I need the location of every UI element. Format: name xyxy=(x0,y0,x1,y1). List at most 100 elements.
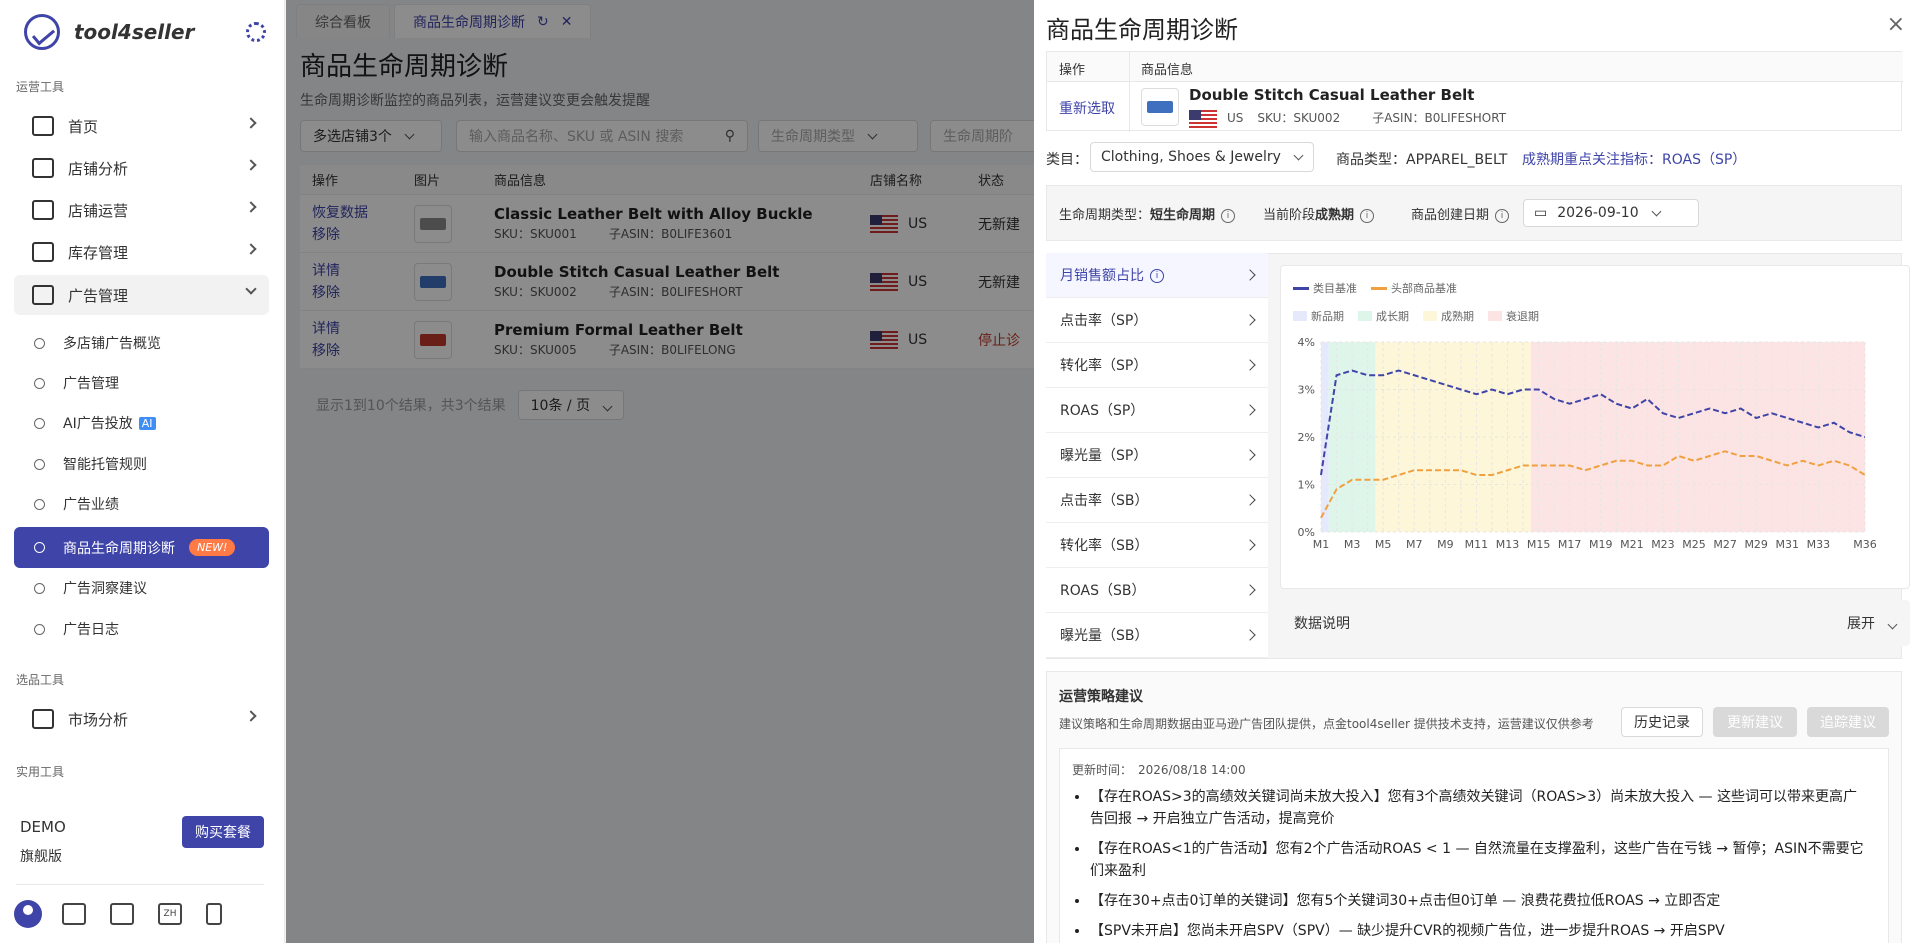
mobile-icon[interactable] xyxy=(206,903,222,925)
subnav-ad-log[interactable]: 广告日志 xyxy=(14,610,269,648)
lifecycle-chart: 类目基准 头部商品基准 新品期 成长期 成熟期 衰退期 0% 1% 2% 3% 4% M1… xyxy=(1280,265,1910,589)
info-icon[interactable]: i xyxy=(1150,269,1164,283)
lifecycle-drawer: 商品生命周期诊断 × 操作 商品信息 重新选取 Double Stitch Ca… xyxy=(1034,0,1919,943)
metric-item[interactable]: 点击率（SB） xyxy=(1046,478,1268,523)
metric-item[interactable]: 曝光量（SP） xyxy=(1046,433,1268,478)
chevron-right-icon xyxy=(1244,404,1256,416)
product-name: Double Stitch Casual Leather Belt xyxy=(1189,86,1475,104)
info-icon[interactable]: i xyxy=(1495,208,1510,223)
home-icon xyxy=(32,116,54,136)
metric-label: 转化率（SP） xyxy=(1060,358,1148,374)
calendar-icon: ▭ xyxy=(1534,205,1548,221)
download-icon[interactable] xyxy=(110,903,134,925)
subnav-multi-shop[interactable]: 多店铺广告概览 xyxy=(14,324,269,362)
lc-type-label: 生命周期类型： xyxy=(1059,208,1151,223)
product-sku: SKU：SKU002 xyxy=(1257,111,1341,125)
category-value: Clothing, Shoes & Jewelry xyxy=(1101,149,1281,165)
subnav-label: 广告日志 xyxy=(63,622,119,638)
language-icon[interactable]: ZH xyxy=(158,903,182,925)
subnav-label: 广告管理 xyxy=(63,376,119,392)
chevron-right-icon xyxy=(1244,449,1256,461)
close-icon[interactable]: × xyxy=(1887,12,1905,37)
nav-inventory[interactable]: 库存管理 xyxy=(14,232,269,272)
metric-item[interactable]: ROAS（SP） xyxy=(1046,388,1268,433)
metric-label: 月销售额占比 i xyxy=(1060,265,1164,285)
x-tick-label: M1 xyxy=(1313,538,1330,551)
chevron-right-icon xyxy=(245,159,257,171)
x-tick-label: M11 xyxy=(1465,538,1489,551)
x-tick-label: M27 xyxy=(1713,538,1737,551)
nav-shop-ops[interactable]: 店铺运营 xyxy=(14,190,269,230)
suggestion-box: 更新时间： 2026/08/18 14:00 【存在ROAS>3的高绩效关键词尚未… xyxy=(1059,748,1889,943)
drawer-title: 商品生命周期诊断 xyxy=(1046,16,1238,44)
store-icon xyxy=(32,200,54,220)
info-icon[interactable]: i xyxy=(1221,208,1236,223)
avatar[interactable] xyxy=(14,900,42,928)
x-tick-label: M21 xyxy=(1620,538,1644,551)
subnav-auto-rules[interactable]: 智能托管规则 xyxy=(14,445,269,483)
buy-plan-button[interactable]: 购买套餐 xyxy=(182,816,264,848)
chevron-right-icon xyxy=(1244,314,1256,326)
chevron-right-icon xyxy=(245,117,257,129)
subnav-ai-ads[interactable]: AI广告投放 AI xyxy=(14,404,269,442)
metric-label: 转化率（SB） xyxy=(1060,538,1149,554)
nav-ads[interactable]: 广告管理 xyxy=(14,275,269,315)
belt-icon xyxy=(1147,101,1173,113)
metric-item[interactable]: 转化率（SP） xyxy=(1046,343,1268,388)
metric-item[interactable]: 转化率（SB） xyxy=(1046,523,1268,568)
mail-icon[interactable] xyxy=(62,903,86,925)
x-tick-label: M13 xyxy=(1496,538,1520,551)
update-suggestion-button[interactable]: 更新建议 xyxy=(1713,707,1797,737)
metric-item[interactable]: 曝光量（SB） xyxy=(1046,613,1268,658)
data-explanation[interactable]: 数据说明 展开 xyxy=(1280,600,1910,646)
subnav-ad-performance[interactable]: 广告业绩 xyxy=(14,485,269,523)
legend-label: 成熟期 xyxy=(1441,310,1474,323)
nav-label: 库存管理 xyxy=(68,243,129,262)
nav-shop-analysis[interactable]: 店铺分析 xyxy=(14,148,269,188)
legend-label: 头部商品基准 xyxy=(1391,282,1457,295)
legend-swatch xyxy=(1293,286,1309,290)
metric-item[interactable]: 月销售额占比 i xyxy=(1046,253,1268,298)
list-item: 【SPV未开启】您尚未开启SPV（SPV）— 缺少提升CVR的视频广告位，进一步… xyxy=(1090,920,1888,942)
track-suggestion-button[interactable]: 追踪建议 xyxy=(1807,707,1889,737)
x-tick-label: M25 xyxy=(1682,538,1706,551)
circle-icon xyxy=(34,542,45,553)
nav-home[interactable]: 首页 xyxy=(14,106,269,146)
category-select[interactable]: Clothing, Shoes & Jewelry xyxy=(1090,142,1314,172)
legend-label: 类目基准 xyxy=(1313,282,1357,295)
chevron-right-icon xyxy=(245,201,257,213)
chevron-down-icon xyxy=(245,283,257,295)
update-time: 2026/08/18 14:00 xyxy=(1138,763,1246,777)
expand-toggle[interactable]: 展开 xyxy=(1847,613,1898,633)
nav-market[interactable]: 市场分析 xyxy=(14,699,269,739)
chart-icon xyxy=(32,158,54,178)
nav-label: 首页 xyxy=(68,117,99,136)
logo[interactable]: tool4seller xyxy=(24,14,194,50)
chevron-right-icon xyxy=(1244,629,1256,641)
divider xyxy=(1129,52,1130,132)
chevron-down-icon xyxy=(1651,206,1662,216)
x-tick-label: M7 xyxy=(1406,538,1423,551)
metric-item[interactable]: 点击率（SP） xyxy=(1046,298,1268,343)
section-label-util: 实用工具 xyxy=(16,765,65,779)
history-button[interactable]: 历史记录 xyxy=(1621,707,1703,737)
y-tick-label: 1% xyxy=(1298,479,1315,492)
subnav-label: 广告业绩 xyxy=(63,497,119,513)
circle-icon xyxy=(34,377,45,389)
date-picker[interactable]: ▭ 2026-09-10 xyxy=(1523,199,1699,227)
plan-name: 旗舰版 xyxy=(20,849,62,865)
subnav-lifecycle[interactable]: 商品生命周期诊断 NEW! xyxy=(14,527,269,568)
info-icon[interactable]: i xyxy=(1360,208,1375,223)
subnav-insight[interactable]: 广告洞察建议 xyxy=(14,569,269,607)
metric-label: ROAS（SB） xyxy=(1060,583,1146,599)
reselect-link[interactable]: 重新选取 xyxy=(1059,98,1115,118)
ai-badge: AI xyxy=(138,416,156,430)
metric-item[interactable]: ROAS（SB） xyxy=(1046,568,1268,613)
gear-icon[interactable] xyxy=(246,22,266,42)
metric-label: 曝光量（SB） xyxy=(1060,628,1149,644)
us-flag-icon xyxy=(1189,109,1217,128)
lifecycle-info-bar: 生命周期类型：短生命周期 i 当前阶段成熟期 i 商品创建日期 i ▭ 2026-09-… xyxy=(1046,185,1902,241)
divider xyxy=(16,884,264,885)
account-name: DEMO xyxy=(20,818,66,836)
subnav-ad-manage[interactable]: 广告管理 xyxy=(14,364,269,402)
